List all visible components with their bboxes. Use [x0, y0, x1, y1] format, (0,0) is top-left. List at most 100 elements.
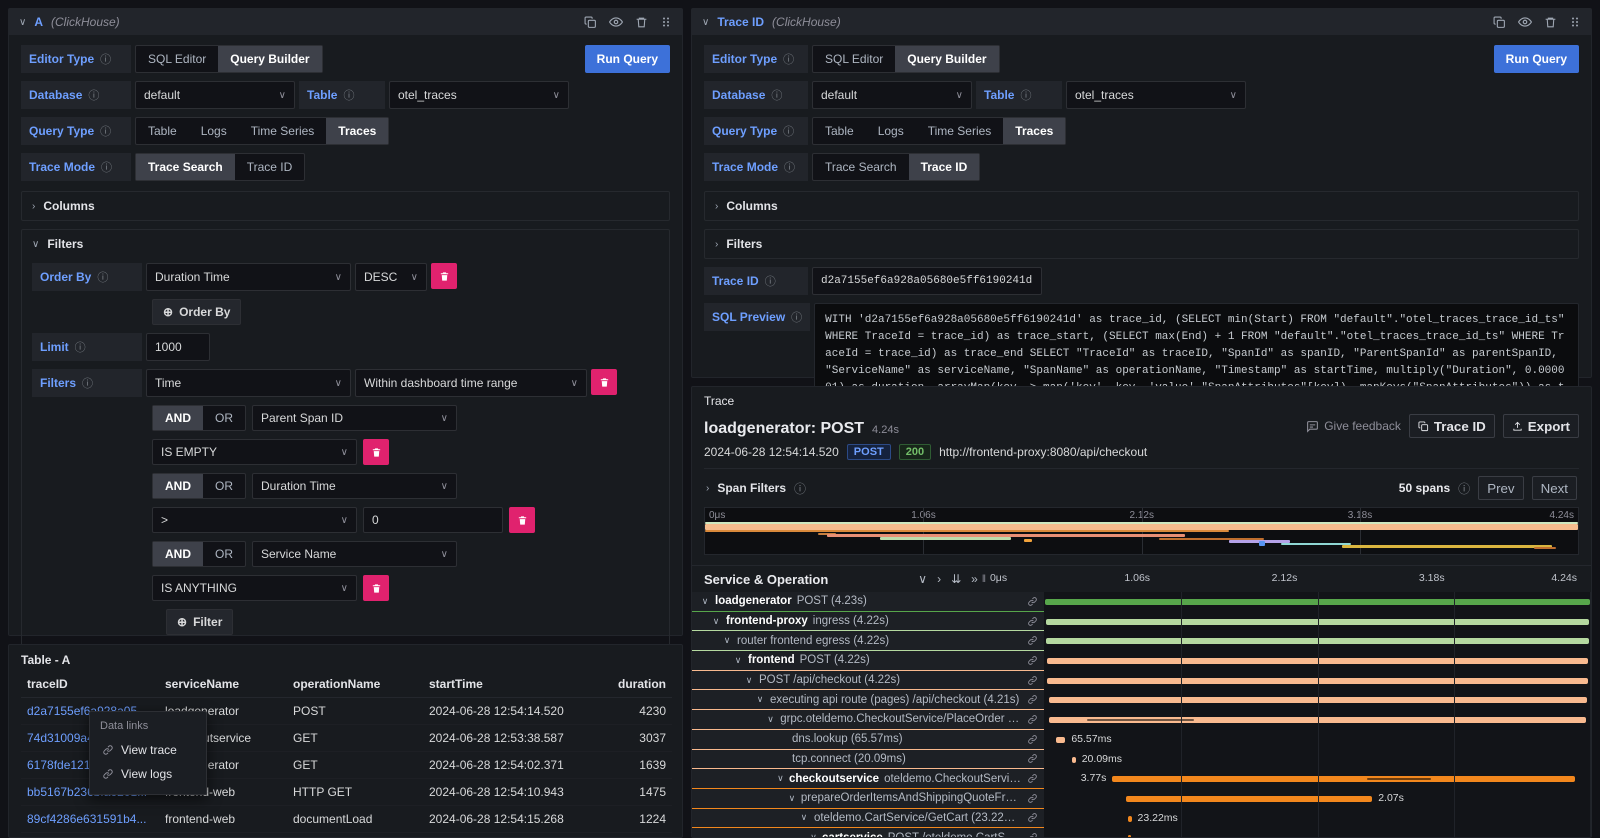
condition-field-select[interactable]: Service Name∨ [252, 541, 457, 567]
span-bar-cell[interactable] [1044, 592, 1591, 612]
span-bar-cell[interactable]: 3.77s [1044, 769, 1591, 789]
span-expander-icon[interactable]: ∨ [700, 596, 710, 607]
span-bar[interactable] [1045, 599, 1590, 605]
span-link-icon[interactable] [1027, 596, 1038, 607]
span-label-cell[interactable]: ∨executing api route (pages) /api/checko… [692, 690, 1044, 710]
condition-field-select[interactable]: Parent Span ID∨ [252, 405, 457, 431]
export-button[interactable]: Export [1503, 414, 1579, 438]
span-row[interactable]: dns.lookup (65.57ms)65.57ms [692, 730, 1591, 750]
query-header-traceid[interactable]: ∨ Trace ID (ClickHouse) [692, 9, 1591, 35]
span-link-icon[interactable] [1027, 616, 1038, 627]
span-link-icon[interactable] [1027, 655, 1038, 666]
span-expander-icon[interactable]: ∨ [799, 812, 809, 823]
drag-handle-icon[interactable] [660, 16, 672, 28]
database-select[interactable]: default∨ [812, 81, 972, 109]
span-bar[interactable] [1056, 737, 1065, 743]
query-type-timeseries[interactable]: Time Series [916, 118, 1004, 144]
columns-header[interactable]: ›Columns [32, 199, 659, 213]
bool-and[interactable]: AND [153, 406, 203, 430]
view-logs-link[interactable]: View logs [100, 762, 196, 786]
duplicate-query-icon[interactable] [1493, 16, 1506, 29]
span-expander-icon[interactable]: ∨ [755, 694, 765, 705]
sql-editor-option[interactable]: SQL Editor [813, 46, 895, 72]
filter-range-select[interactable]: Within dashboard time range∨ [355, 369, 587, 397]
span-row[interactable]: ∨executing api route (pages) /api/checko… [692, 690, 1591, 710]
order-by-field-select[interactable]: Duration Time∨ [146, 263, 351, 291]
condition-field-select[interactable]: Duration Time∨ [252, 473, 457, 499]
col-duration[interactable]: duration [573, 671, 672, 698]
span-row[interactable]: ∨frontendPOST (4.22s) [692, 651, 1591, 671]
span-bar[interactable] [1046, 638, 1589, 644]
table-select[interactable]: otel_traces∨ [1066, 81, 1246, 109]
trace-minimap[interactable]: 0μs1.06s2.12s3.18s4.24s [704, 507, 1579, 555]
span-label-cell[interactable]: ∨POST /api/checkout (4.22s) [692, 671, 1044, 691]
condition-value-input[interactable]: 0 [363, 507, 503, 533]
bool-or[interactable]: OR [203, 474, 245, 498]
span-link-icon[interactable] [1027, 714, 1038, 725]
condition-operator-select[interactable]: >∨ [152, 507, 357, 533]
filters-header[interactable]: ∨Filters [32, 237, 659, 251]
trace-id-link[interactable]: 2ac7acfc01941006c... [21, 833, 159, 838]
query-builder-option[interactable]: Query Builder [218, 46, 321, 72]
span-bar-cell[interactable]: 2.07s [1044, 789, 1591, 809]
remove-condition-button[interactable] [509, 507, 535, 533]
collapse-all-icon[interactable]: ⇊ [951, 572, 961, 586]
col-operationname[interactable]: operationName [287, 671, 423, 698]
query-type-traces[interactable]: Traces [326, 118, 388, 144]
collapse-chevron-icon[interactable]: ∨ [19, 17, 26, 28]
add-order-by-button[interactable]: ⊕Order By [152, 299, 241, 325]
span-label-cell[interactable]: ∨frontendPOST (4.22s) [692, 651, 1044, 671]
span-bar[interactable] [1072, 757, 1075, 763]
remove-order-by-button[interactable] [431, 263, 457, 289]
span-label-cell[interactable]: ∨cartservicePOST /oteldemo.CartService/G… [692, 828, 1044, 838]
prev-button[interactable]: Prev [1478, 476, 1523, 500]
query-type-timeseries[interactable]: Time Series [239, 118, 327, 144]
order-by-direction-select[interactable]: DESC∨ [355, 263, 427, 291]
trace-mode-search[interactable]: Trace Search [136, 154, 235, 180]
expand-all-icon[interactable]: » [971, 572, 978, 586]
span-link-icon[interactable] [1027, 812, 1038, 823]
span-row[interactable]: ∨router frontend egress (4.22s) [692, 631, 1591, 651]
delete-query-icon[interactable] [635, 16, 648, 29]
remove-condition-button[interactable] [363, 439, 389, 465]
span-row[interactable]: ∨prepareOrderItemsAndShippingQuoteFromCa… [692, 789, 1591, 809]
run-query-button[interactable]: Run Query [585, 45, 670, 73]
condition-operator-select[interactable]: IS ANYTHING∨ [152, 575, 357, 601]
hide-query-eye-icon[interactable] [1518, 15, 1532, 29]
span-bar[interactable] [1112, 776, 1574, 782]
span-label-cell[interactable]: tcp.connect (20.09ms) [692, 750, 1044, 770]
span-link-icon[interactable] [1027, 753, 1038, 764]
remove-filter-button[interactable] [591, 369, 617, 395]
table-select[interactable]: otel_traces∨ [389, 81, 569, 109]
span-expander-icon[interactable]: ∨ [744, 675, 754, 686]
span-expander-icon[interactable]: ∨ [711, 616, 721, 627]
bool-and[interactable]: AND [153, 542, 203, 566]
database-select[interactable]: default∨ [135, 81, 295, 109]
column-resize-handle[interactable]: ‖ [982, 574, 986, 585]
bool-or[interactable]: OR [203, 542, 245, 566]
span-filters-chevron-icon[interactable]: › [706, 483, 709, 494]
span-row[interactable]: ∨cartservicePOST /oteldemo.CartService/G… [692, 828, 1591, 838]
span-label-cell[interactable]: ∨prepareOrderItemsAndShippingQuoteFromCa… [692, 789, 1044, 809]
query-builder-option[interactable]: Query Builder [895, 46, 998, 72]
query-type-logs[interactable]: Logs [189, 118, 239, 144]
span-link-icon[interactable] [1027, 734, 1038, 745]
sql-editor-option[interactable]: SQL Editor [136, 46, 218, 72]
span-row[interactable]: ∨checkoutserviceoteldemo.CheckoutService… [692, 769, 1591, 789]
columns-header[interactable]: ›Columns [715, 199, 1568, 213]
span-expander-icon[interactable]: ∨ [788, 793, 796, 804]
query-type-logs[interactable]: Logs [866, 118, 916, 144]
span-bar-cell[interactable]: 23.22ms [1044, 809, 1591, 829]
trace-id-link[interactable]: 89cf4286e631591b4... [21, 806, 159, 833]
span-link-icon[interactable] [1027, 773, 1038, 784]
run-query-button[interactable]: Run Query [1494, 45, 1579, 73]
span-bar[interactable] [1046, 619, 1590, 625]
trace-id-input[interactable]: d2a7155ef6a928a05680e5ff6190241d [812, 267, 1042, 295]
span-link-icon[interactable] [1027, 635, 1038, 646]
span-label-cell[interactable]: ∨router frontend egress (4.22s) [692, 631, 1044, 651]
col-starttime[interactable]: startTime [423, 671, 573, 698]
span-bar-cell[interactable] [1044, 631, 1591, 651]
span-bar-cell[interactable] [1044, 710, 1591, 730]
query-type-table[interactable]: Table [813, 118, 866, 144]
drag-handle-icon[interactable] [1569, 16, 1581, 28]
